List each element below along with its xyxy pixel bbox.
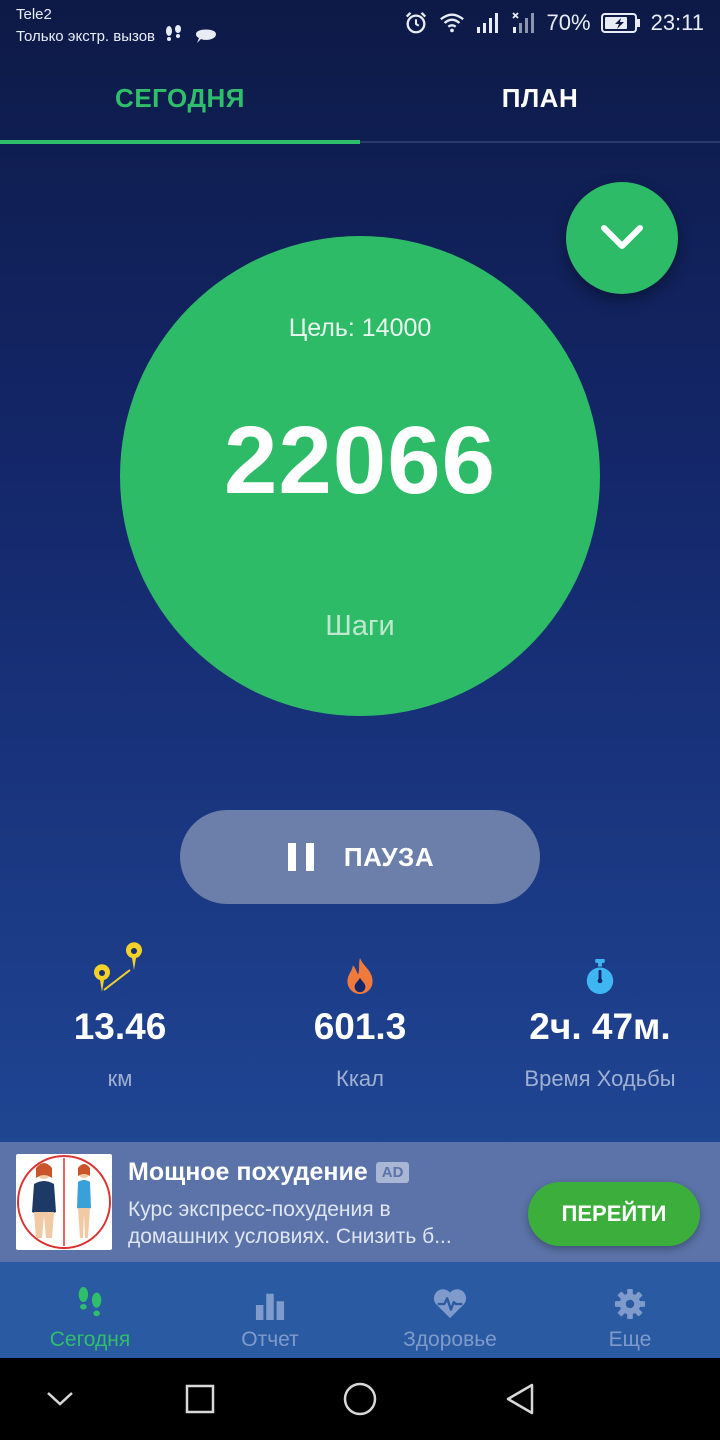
chat-notification-icon [196,29,217,43]
chevron-down-icon [47,1392,73,1406]
nav-label-report: Отчет [241,1328,299,1351]
calories-value: 601.3 [313,1006,407,1047]
square-icon [185,1384,215,1414]
flame-icon [347,958,373,994]
bottom-navigation: Сегодня Отчет Здоровье Еще [0,1262,720,1358]
step-count: 22066 [224,407,496,514]
nav-item-health[interactable]: Здоровье [360,1262,540,1358]
ad-title[interactable]: Мощное похудение [128,1158,368,1187]
alarm-icon [405,12,426,34]
walk-time-label: Время Ходьбы [524,1066,676,1091]
pause-button[interactable]: ПАУЗА [180,810,540,904]
battery-percent: 70% [546,10,591,35]
circle-icon [343,1382,377,1416]
nav-item-more[interactable]: Еще [540,1262,720,1358]
heart-pulse-icon [433,1289,467,1319]
ad-text-line-1: Курс экспресс-похудения в [128,1198,391,1221]
calories-label: Ккал [336,1066,384,1091]
gear-icon [614,1288,646,1320]
clock: 23:11 [650,10,704,35]
app-screen: Tele2 Только экстр. вызов 70% 23:11 СЕГО… [0,0,720,1358]
ad-badge: AD [375,1162,410,1183]
stopwatch-icon [586,959,614,994]
ad-image[interactable] [16,1154,112,1250]
footsteps-notification-icon [166,25,182,41]
carrier-info: Tele2 Только экстр. вызов [16,5,219,48]
collapse-button[interactable] [566,182,678,294]
footsteps-icon [78,1286,102,1317]
walk-time-value: 2ч. 47м. [529,1006,671,1047]
before-after-figures-icon [17,1155,111,1249]
route-pins-icon [94,942,142,992]
stat-calories: 601.3 Ккал [240,940,480,1092]
distance-label: км [107,1066,133,1091]
carrier-name: Tele2 [16,6,52,23]
stat-walk-time: 2ч. 47м. Время Ходьбы [480,940,720,1092]
nav-label-more: Еще [608,1328,652,1351]
battery-icon [600,13,640,33]
tab-bar: СЕГОДНЯ ПЛАН [0,56,720,144]
system-home-button[interactable] [340,1379,380,1419]
ad-banner[interactable]: Мощное похудение AD Курс экспресс-похуде… [0,1142,720,1262]
ad-text-line-2: домашних условиях. Снизить б... [128,1225,452,1248]
nav-label-health: Здоровье [403,1328,497,1351]
nav-item-report[interactable]: Отчет [180,1262,360,1358]
system-recents-button[interactable] [180,1379,220,1419]
back-triangle-icon [506,1383,534,1415]
tab-plan[interactable]: ПЛАН [360,56,720,140]
chevron-down-icon [601,225,643,249]
step-goal: Цель: 14000 [288,314,432,342]
system-navigation-bar [0,1358,720,1440]
status-icons: 70% 23:11 [403,10,704,36]
signal-icon [476,13,498,33]
system-back-button[interactable] [500,1379,540,1419]
stat-distance: 13.46 км [0,940,240,1092]
wifi-icon [439,13,464,33]
pause-label: ПАУЗА [343,841,435,872]
steps-progress-circle: Цель: 14000 22066 Шаги [120,236,600,716]
bar-chart-icon [255,1293,285,1320]
pause-icon [287,843,314,871]
ad-go-button[interactable]: ПЕРЕЙТИ [528,1182,700,1246]
system-hide-button[interactable] [40,1379,80,1419]
nav-item-today[interactable]: Сегодня [0,1262,180,1358]
tab-today[interactable]: СЕГОДНЯ [0,56,360,140]
active-tab-indicator [0,140,360,144]
tab-divider [360,141,720,143]
nav-label-today: Сегодня [49,1328,131,1351]
step-count-label: Шаги [325,610,395,642]
status-bar: Tele2 Только экстр. вызов 70% 23:11 [0,0,720,56]
distance-value: 13.46 [73,1006,167,1047]
ad-description: Курс экспресс-похудения в домашних услов… [128,1196,508,1250]
signal-no-service-icon [511,12,534,33]
carrier-status: Только экстр. вызов [16,27,156,45]
